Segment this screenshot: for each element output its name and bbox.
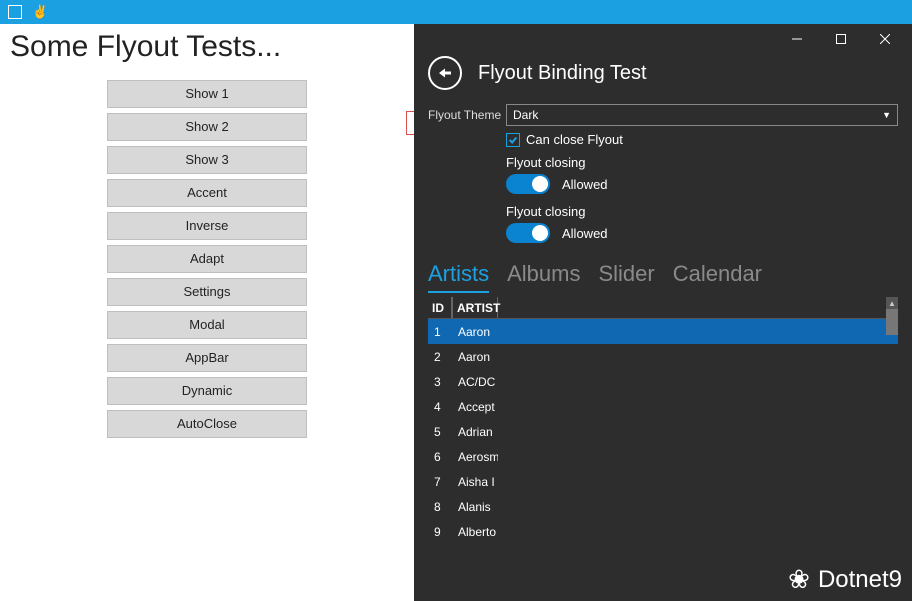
close-button[interactable] bbox=[872, 28, 898, 50]
button-column: Show 1 Show 2 Show 3 Accent Inverse Adapt Sett… bbox=[107, 80, 307, 438]
closing2-label: Flyout closing bbox=[506, 204, 898, 219]
table-row[interactable]: 7Aisha I bbox=[428, 469, 898, 494]
flyout-button-adapt[interactable]: Adapt bbox=[107, 245, 307, 273]
flyout-button-show-1[interactable]: Show 1 bbox=[107, 80, 307, 108]
page-title: Some Flyout Tests... bbox=[10, 30, 404, 64]
left-pane: Some Flyout Tests... Show 1 Show 2 Show 3 A… bbox=[0, 24, 414, 601]
validation-marker bbox=[406, 111, 414, 135]
can-close-label: Can close Flyout bbox=[526, 132, 623, 147]
flyout-button-settings[interactable]: Settings bbox=[107, 278, 307, 306]
flyout-button-appbar[interactable]: AppBar bbox=[107, 344, 307, 372]
tab-artists[interactable]: Artists bbox=[428, 261, 489, 293]
closing1-label: Flyout closing bbox=[506, 155, 898, 170]
vertical-scrollbar[interactable]: ▲ bbox=[886, 297, 898, 601]
tab-strip: Artists Albums Slider Calendar bbox=[414, 253, 912, 297]
cell-id: 3 bbox=[428, 375, 452, 389]
closing1-state: Allowed bbox=[562, 177, 608, 192]
title-bar[interactable]: ✌ bbox=[0, 0, 912, 24]
table-row[interactable]: 6Aerosm bbox=[428, 444, 898, 469]
artists-table: ID ARTIST 1Aaron2Aaron3AC/DC4Accept5Adri… bbox=[428, 297, 898, 601]
chevron-down-icon: ▼ bbox=[882, 110, 891, 120]
flyout-button-modal[interactable]: Modal bbox=[107, 311, 307, 339]
flyout-button-show-3[interactable]: Show 3 bbox=[107, 146, 307, 174]
tab-calendar[interactable]: Calendar bbox=[673, 261, 762, 293]
scroll-thumb[interactable] bbox=[886, 309, 898, 335]
cell-artist: Aerosm bbox=[452, 450, 498, 464]
table-row[interactable]: 5Adrian bbox=[428, 419, 898, 444]
cell-artist: Alberto bbox=[452, 525, 498, 539]
tab-albums[interactable]: Albums bbox=[507, 261, 580, 293]
cell-id: 7 bbox=[428, 475, 452, 489]
flyout-button-inverse[interactable]: Inverse bbox=[107, 212, 307, 240]
theme-label: Flyout Theme bbox=[428, 108, 506, 122]
flyout-button-accent[interactable]: Accent bbox=[107, 179, 307, 207]
watermark: ❀ Dotnet9 bbox=[788, 564, 902, 595]
cell-id: 5 bbox=[428, 425, 452, 439]
closing1-toggle[interactable] bbox=[506, 174, 550, 194]
wechat-icon: ❀ bbox=[788, 564, 810, 595]
cell-artist: Aaron bbox=[452, 325, 498, 339]
table-row[interactable]: 2Aaron bbox=[428, 344, 898, 369]
table-row[interactable]: 4Accept bbox=[428, 394, 898, 419]
cell-artist: Accept bbox=[452, 400, 498, 414]
maximize-button[interactable] bbox=[828, 28, 854, 50]
cell-artist: Aisha I bbox=[452, 475, 498, 489]
closing2-toggle[interactable] bbox=[506, 223, 550, 243]
table-row[interactable]: 9Alberto bbox=[428, 519, 898, 544]
back-button[interactable] bbox=[428, 56, 462, 90]
watermark-text: Dotnet9 bbox=[818, 566, 902, 594]
theme-value: Dark bbox=[513, 108, 538, 122]
flyout-button-dynamic[interactable]: Dynamic bbox=[107, 377, 307, 405]
checkbox-icon bbox=[506, 133, 520, 147]
theme-select[interactable]: Dark ▼ bbox=[506, 104, 898, 126]
cell-artist: AC/DC bbox=[452, 375, 498, 389]
cell-id: 8 bbox=[428, 500, 452, 514]
cell-id: 4 bbox=[428, 400, 452, 414]
cell-artist: Adrian bbox=[452, 425, 498, 439]
col-id[interactable]: ID bbox=[428, 297, 452, 318]
table-row[interactable]: 3AC/DC bbox=[428, 369, 898, 394]
cell-id: 2 bbox=[428, 350, 452, 364]
can-close-checkbox[interactable]: Can close Flyout bbox=[506, 132, 898, 147]
flyout-button-show-2[interactable]: Show 2 bbox=[107, 113, 307, 141]
flyout-panel: Flyout Binding Test Flyout Theme Dark ▼ … bbox=[414, 24, 912, 601]
closing2-state: Allowed bbox=[562, 226, 608, 241]
cell-id: 1 bbox=[428, 325, 452, 339]
col-artist[interactable]: ARTIST bbox=[452, 297, 498, 318]
flyout-title: Flyout Binding Test bbox=[478, 62, 647, 85]
tab-slider[interactable]: Slider bbox=[598, 261, 654, 293]
cube-icon bbox=[8, 5, 22, 19]
flyout-button-autoclose[interactable]: AutoClose bbox=[107, 410, 307, 438]
scroll-up-icon[interactable]: ▲ bbox=[886, 297, 898, 309]
cell-id: 6 bbox=[428, 450, 452, 464]
cell-artist: Alanis bbox=[452, 500, 498, 514]
table-header: ID ARTIST bbox=[428, 297, 898, 319]
table-row[interactable]: 1Aaron bbox=[428, 319, 898, 344]
cell-artist: Aaron bbox=[452, 350, 498, 364]
window-controls bbox=[414, 24, 912, 54]
peace-icon: ✌ bbox=[32, 4, 48, 20]
cell-id: 9 bbox=[428, 525, 452, 539]
minimize-button[interactable] bbox=[784, 28, 810, 50]
table-row[interactable]: 8Alanis bbox=[428, 494, 898, 519]
